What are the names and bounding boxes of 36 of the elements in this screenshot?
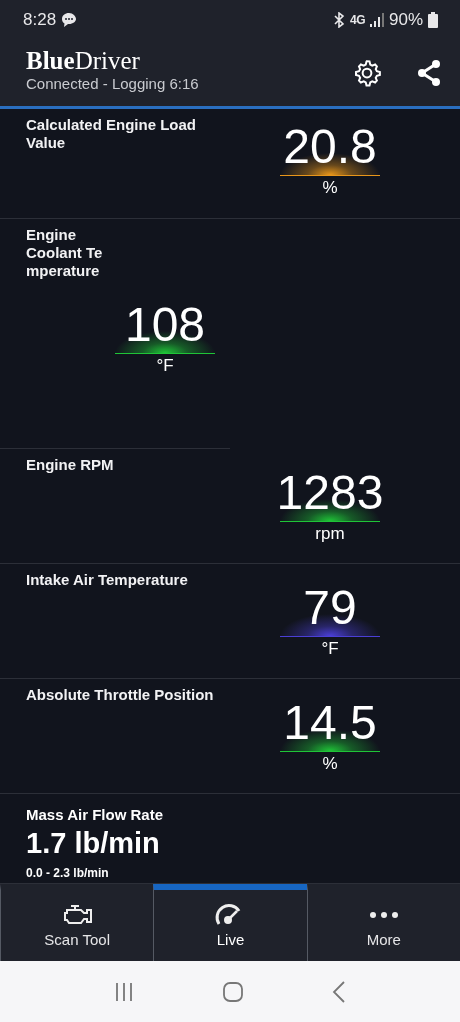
- gauge-unit: rpm: [315, 524, 345, 544]
- gauge-unit: %: [322, 754, 338, 774]
- gauge-label: Intake Air Temperature: [26, 571, 189, 589]
- gauge-label: Mass Air Flow Rate: [26, 806, 164, 823]
- status-time: 8:28: [23, 10, 57, 30]
- connection-status: Connected - Logging 6:16: [26, 75, 200, 92]
- gauge-value: 1283: [276, 467, 384, 519]
- share-icon: [416, 59, 442, 87]
- gauge-label: Calculated Engine Load Value: [26, 116, 198, 152]
- recent-apps-button[interactable]: [114, 981, 134, 1002]
- home-button[interactable]: [222, 980, 244, 1003]
- gauge-label: Engine RPM: [26, 456, 115, 474]
- share-button[interactable]: [416, 59, 442, 87]
- gauge-unit: %: [322, 178, 338, 198]
- more-icon: [369, 912, 398, 918]
- gauge-label: Absolute Throttle Position: [26, 686, 215, 704]
- app-logo: BlueDriver: [26, 48, 141, 74]
- gauge-value: 14.5: [283, 697, 377, 749]
- gauge-range: 0.0 - 2.3 lb/min: [26, 866, 110, 880]
- gauge-label: Engine Coolant Te mperature: [26, 226, 104, 280]
- battery-icon: [428, 12, 438, 28]
- signal-icon: [369, 13, 384, 27]
- settings-icon: [352, 58, 382, 88]
- battery-percent: 90%: [388, 10, 423, 30]
- back-button[interactable]: [332, 980, 346, 1003]
- settings-button[interactable]: [352, 58, 382, 88]
- network-type: 4G: [349, 13, 365, 27]
- message-icon: [61, 12, 78, 28]
- gauge-unit: °F: [321, 639, 339, 659]
- engine-icon: [61, 903, 94, 927]
- gauge-value: 108: [124, 299, 206, 351]
- gauge-value: 79: [303, 582, 357, 634]
- bluetooth-icon: [332, 12, 345, 28]
- gauge-unit: °F: [156, 356, 174, 376]
- gauge-value: 1.7 lb/min: [26, 827, 161, 860]
- gauge-value: 20.8: [283, 121, 377, 173]
